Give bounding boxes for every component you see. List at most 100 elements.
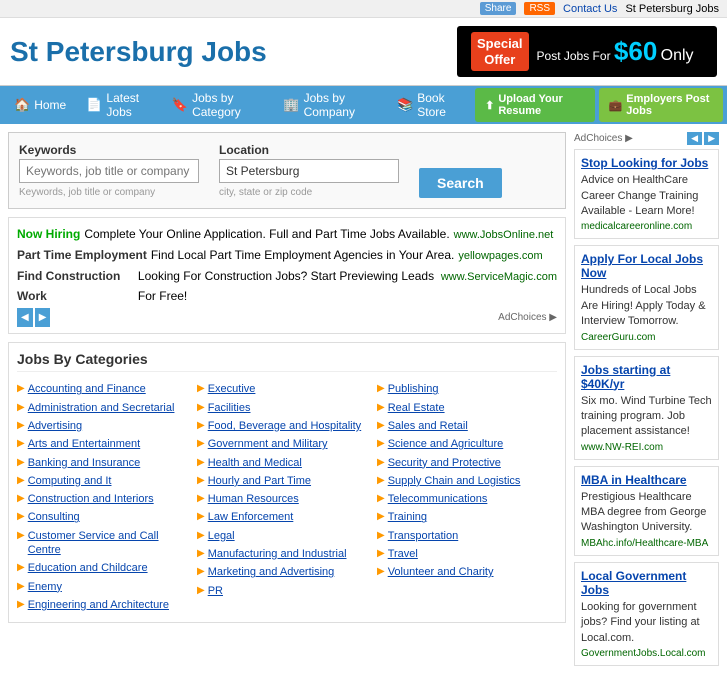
cat-arrow-icon: ▶ bbox=[17, 511, 25, 522]
adchoices-label: AdChoices ▶ bbox=[498, 309, 557, 326]
sidebar-ad-title-2[interactable]: Jobs starting at $40K/yr bbox=[581, 363, 712, 391]
cat-item[interactable]: ▶Supply Chain and Logistics bbox=[377, 472, 551, 490]
cat-arrow-icon: ▶ bbox=[197, 420, 205, 431]
sidebar-ad-prev[interactable]: ◀ bbox=[687, 132, 702, 145]
ad-row-1: Now Hiring Complete Your Online Applicat… bbox=[17, 224, 557, 245]
cat-item[interactable]: ▶Education and Childcare bbox=[17, 559, 191, 577]
cat-item[interactable]: ▶Facilities bbox=[197, 399, 371, 417]
categories-grid: ▶Accounting and Finance▶Administration a… bbox=[17, 380, 557, 614]
cat-item[interactable]: ▶PR bbox=[197, 582, 371, 600]
cat-item[interactable]: ▶Banking and Insurance bbox=[17, 454, 191, 472]
sidebar-ad-url-0[interactable]: medicalcareeronline.com bbox=[581, 221, 712, 232]
sidebar-ad-title-3[interactable]: MBA in Healthcare bbox=[581, 473, 712, 487]
cat-item[interactable]: ▶Administration and Secretarial bbox=[17, 399, 191, 417]
nav-jobs-by-company[interactable]: 🏢 Jobs by Company bbox=[273, 86, 387, 124]
cat-item[interactable]: ▶Customer Service and Call Centre bbox=[17, 527, 191, 560]
employers-post-button[interactable]: 💼 Employers Post Jobs bbox=[599, 88, 723, 122]
cat-item[interactable]: ▶Marketing and Advertising bbox=[197, 563, 371, 581]
promo-banner[interactable]: Special Offer Post Jobs For $60 Only bbox=[457, 26, 717, 77]
cat-link: Accounting and Finance bbox=[28, 382, 146, 396]
sidebar-ad-title-4[interactable]: Local Government Jobs bbox=[581, 569, 712, 597]
cat-item[interactable]: ▶Enemy bbox=[17, 578, 191, 596]
ad-next-button[interactable]: ▶ bbox=[35, 308, 51, 327]
cat-item[interactable]: ▶Science and Agriculture bbox=[377, 435, 551, 453]
special-offer-badge: Special Offer bbox=[471, 32, 529, 71]
cat-link: Science and Agriculture bbox=[388, 437, 504, 451]
cat-link: Engineering and Architecture bbox=[28, 598, 169, 612]
ad-url-1[interactable]: www.JobsOnline.net bbox=[454, 226, 554, 245]
share-button[interactable]: Share bbox=[480, 2, 517, 15]
cat-link: Banking and Insurance bbox=[28, 456, 141, 470]
sidebar-ad-url-3[interactable]: MBAhc.info/Healthcare-MBA bbox=[581, 538, 712, 549]
categories-heading: Jobs By Categories bbox=[17, 351, 557, 372]
sidebar: AdChoices ▶ ◀ ▶ Stop Looking for Jobs Ad… bbox=[574, 132, 719, 672]
cat-arrow-icon: ▶ bbox=[377, 566, 385, 577]
site-title: St Petersburg Jobs bbox=[10, 36, 267, 68]
cat-item[interactable]: ▶Legal bbox=[197, 527, 371, 545]
search-box: Keywords Keywords, job title or company … bbox=[8, 132, 566, 209]
cat-item[interactable]: ▶Real Estate bbox=[377, 399, 551, 417]
cat-item[interactable]: ▶Accounting and Finance bbox=[17, 380, 191, 398]
employers-icon: 💼 bbox=[609, 99, 623, 112]
cat-item[interactable]: ▶Health and Medical bbox=[197, 454, 371, 472]
sidebar-ad-title-1[interactable]: Apply For Local Jobs Now bbox=[581, 252, 712, 280]
cat-arrow-icon: ▶ bbox=[17, 402, 25, 413]
nav-book-store[interactable]: 📚 Book Store bbox=[387, 86, 471, 124]
upload-icon: ⬆ bbox=[485, 99, 494, 112]
sidebar-ad-title-0[interactable]: Stop Looking for Jobs bbox=[581, 156, 712, 170]
ad-url-2[interactable]: yellowpages.com bbox=[458, 247, 542, 266]
cat-link: Hourly and Part Time bbox=[208, 474, 311, 488]
cat-item[interactable]: ▶Volunteer and Charity bbox=[377, 563, 551, 581]
post-jobs-text: Post Jobs For bbox=[537, 49, 611, 63]
cat-item[interactable]: ▶Training bbox=[377, 508, 551, 526]
keywords-input[interactable] bbox=[19, 159, 199, 183]
rss-button[interactable]: RSS bbox=[524, 2, 555, 15]
cat-item[interactable]: ▶Government and Military bbox=[197, 435, 371, 453]
cat-arrow-icon: ▶ bbox=[17, 420, 25, 431]
cat-item[interactable]: ▶Travel bbox=[377, 545, 551, 563]
sidebar-ad-url-1[interactable]: CareerGuru.com bbox=[581, 332, 712, 343]
cat-link: Health and Medical bbox=[208, 456, 302, 470]
location-input[interactable] bbox=[219, 159, 399, 183]
ad-row-3: Find Construction Work Looking For Const… bbox=[17, 266, 557, 307]
cat-item[interactable]: ▶Construction and Interiors bbox=[17, 490, 191, 508]
ad-url-3[interactable]: www.ServiceMagic.com bbox=[441, 268, 557, 287]
cat-arrow-icon: ▶ bbox=[17, 457, 25, 468]
search-button[interactable]: Search bbox=[419, 168, 502, 198]
cat-item[interactable]: ▶Executive bbox=[197, 380, 371, 398]
sidebar-ad-url-4[interactable]: GovernmentJobs.Local.com bbox=[581, 648, 712, 659]
cat-link: Human Resources bbox=[208, 492, 299, 506]
sidebar-ad-next[interactable]: ▶ bbox=[704, 132, 719, 145]
cat-item[interactable]: ▶Manufacturing and Industrial bbox=[197, 545, 371, 563]
cat-item[interactable]: ▶Publishing bbox=[377, 380, 551, 398]
cat-item[interactable]: ▶Human Resources bbox=[197, 490, 371, 508]
cat-item[interactable]: ▶Sales and Retail bbox=[377, 417, 551, 435]
nav-jobs-by-category[interactable]: 🔖 Jobs by Category bbox=[162, 86, 274, 124]
cat-link: PR bbox=[208, 584, 223, 598]
cat-item[interactable]: ▶Consulting bbox=[17, 508, 191, 526]
cat-item[interactable]: ▶Computing and It bbox=[17, 472, 191, 490]
cat-link: Supply Chain and Logistics bbox=[388, 474, 521, 488]
cat-arrow-icon: ▶ bbox=[17, 493, 25, 504]
ad-choices-header: AdChoices ▶ ◀ ▶ bbox=[574, 132, 719, 145]
nav-latest-jobs[interactable]: 📄 Latest Jobs bbox=[76, 86, 162, 124]
upload-label: Upload Your Resume bbox=[498, 93, 584, 117]
sidebar-ad-url-2[interactable]: www.NW-REI.com bbox=[581, 442, 712, 453]
nav-home[interactable]: 🏠 Home bbox=[4, 92, 76, 118]
ad-prev-button[interactable]: ◀ bbox=[17, 308, 33, 327]
cat-item[interactable]: ▶Transportation bbox=[377, 527, 551, 545]
cat-item[interactable]: ▶Security and Protective bbox=[377, 454, 551, 472]
cat-item[interactable]: ▶Advertising bbox=[17, 417, 191, 435]
cat-item[interactable]: ▶Food, Beverage and Hospitality bbox=[197, 417, 371, 435]
cat-item[interactable]: ▶Arts and Entertainment bbox=[17, 435, 191, 453]
contact-link[interactable]: Contact Us bbox=[563, 3, 617, 15]
cat-arrow-icon: ▶ bbox=[17, 562, 25, 573]
cat-item[interactable]: ▶Engineering and Architecture bbox=[17, 596, 191, 614]
cat-item[interactable]: ▶Hourly and Part Time bbox=[197, 472, 371, 490]
upload-resume-button[interactable]: ⬆ Upload Your Resume bbox=[475, 88, 594, 122]
cat-arrow-icon: ▶ bbox=[377, 475, 385, 486]
sidebar-ad-body-1: Hundreds of Local Jobs Are Hiring! Apply… bbox=[581, 283, 712, 329]
cat-item[interactable]: ▶Telecommunications bbox=[377, 490, 551, 508]
cat-item[interactable]: ▶Law Enforcement bbox=[197, 508, 371, 526]
content-col: Keywords Keywords, job title or company … bbox=[8, 132, 566, 672]
